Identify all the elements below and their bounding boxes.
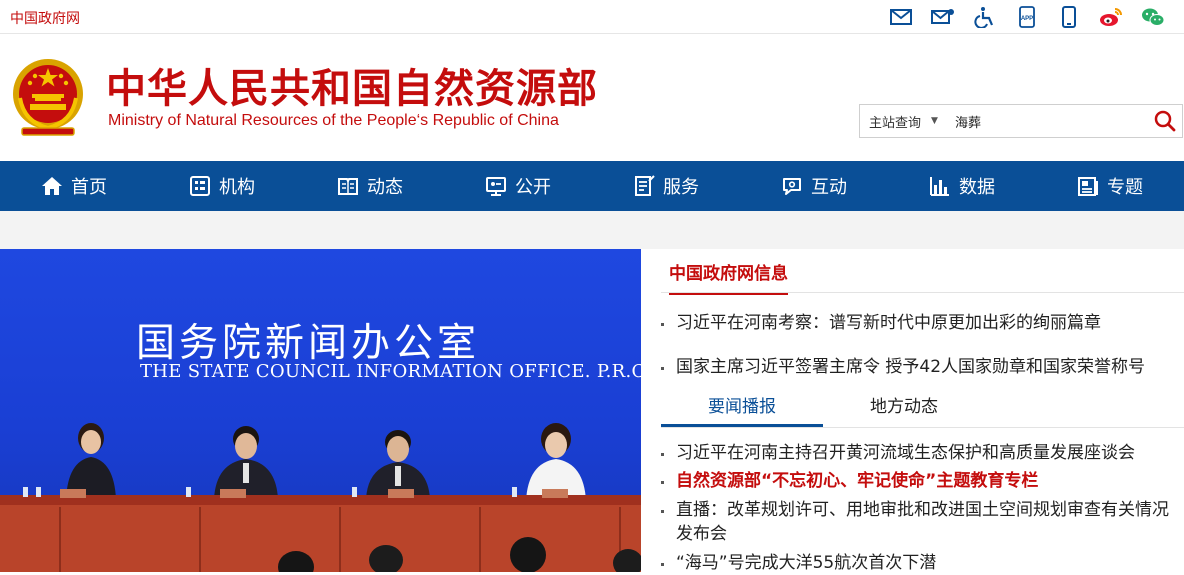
disclosure-icon bbox=[486, 177, 506, 196]
nav-item-label: 公开 bbox=[515, 177, 551, 198]
organization-icon bbox=[190, 176, 210, 196]
nav-item-interaction[interactable]: 互动 bbox=[740, 161, 888, 211]
nav-item-organization[interactable]: 机构 bbox=[148, 161, 296, 211]
interaction-icon bbox=[783, 178, 801, 195]
data-icon bbox=[930, 177, 949, 196]
news-icon bbox=[338, 178, 358, 195]
national-emblem-logo[interactable] bbox=[8, 52, 88, 140]
tab-news-list: 习近平在河南主持召开黄河流域生态保护和高质量发展座谈会 自然资源部“不忘初心、牢… bbox=[661, 441, 1184, 575]
speaker-figure-3 bbox=[366, 430, 430, 499]
nav-item-label: 互动 bbox=[811, 177, 847, 198]
top-bar: 中国政府网 APP bbox=[0, 0, 1184, 34]
top-icon-group: APP bbox=[880, 4, 1174, 30]
news-tabs: 要闻播报 地方动态 bbox=[661, 391, 1184, 428]
nav-item-label: 机构 bbox=[219, 177, 255, 198]
wechat-icon[interactable] bbox=[1132, 4, 1174, 30]
speaker-figure-2 bbox=[214, 426, 278, 499]
app-icon[interactable]: APP bbox=[1006, 4, 1048, 30]
site-subtitle: Ministry of Natural Resources of the Peo… bbox=[108, 112, 559, 129]
list-item[interactable]: “海马”号完成大洋55航次首次下潜 bbox=[661, 551, 1184, 575]
nav-item-disclosure[interactable]: 公开 bbox=[444, 161, 592, 211]
nav-item-topic[interactable]: 专题 bbox=[1036, 161, 1184, 211]
weibo-icon[interactable] bbox=[1090, 4, 1132, 30]
headline-photo[interactable]: 国务院新闻办公室 THE STATE COUNCIL INFORMATION O… bbox=[0, 249, 641, 572]
panel-header: 中国政府网信息 bbox=[661, 249, 1184, 295]
list-item[interactable]: 直播：改革规划许可、用地审批和改进国土空间规划审查有关情况发布会 bbox=[661, 498, 1184, 546]
mail-icon[interactable] bbox=[880, 4, 922, 30]
nav-item-label: 服务 bbox=[663, 177, 699, 198]
list-item[interactable]: 习近平在河南主持召开黄河流域生态保护和高质量发展座谈会 bbox=[661, 441, 1184, 465]
mail-settings-icon[interactable] bbox=[922, 4, 964, 30]
gov-portal-link[interactable]: 中国政府网 bbox=[10, 8, 80, 28]
speaker-figure-1 bbox=[66, 423, 116, 499]
main-nav: 首页 机构 动态 公开 服务 互动 数据 专题 bbox=[0, 161, 1184, 211]
press-conference-scene bbox=[0, 423, 641, 572]
info-panel: 中国政府网信息 习近平在河南考察：谱写新时代中原更加出彩的绚丽篇章 国家主席习近… bbox=[641, 249, 1184, 575]
caret-down-icon: ▼ bbox=[931, 116, 938, 126]
nav-item-news[interactable]: 动态 bbox=[296, 161, 444, 211]
nav-item-home[interactable]: 首页 bbox=[0, 161, 148, 211]
site-title: 中华人民共和国自然资源部 bbox=[106, 66, 598, 112]
top-news-list: 习近平在河南考察：谱写新时代中原更加出彩的绚丽篇章 国家主席习近平签署主席令 授… bbox=[661, 311, 1184, 379]
mobile-icon[interactable] bbox=[1048, 4, 1090, 30]
search-icon bbox=[1154, 110, 1176, 132]
panel-title[interactable]: 中国政府网信息 bbox=[669, 259, 788, 295]
nav-item-service[interactable]: 服务 bbox=[592, 161, 740, 211]
list-item[interactable]: 国家主席习近平签署主席令 授予42人国家勋章和国家荣誉称号 bbox=[661, 355, 1184, 379]
app-icon-label: APP bbox=[1021, 16, 1033, 22]
nav-item-label: 数据 bbox=[959, 177, 995, 198]
list-item-featured[interactable]: 自然资源部“不忘初心、牢记使命”主题教育专栏 bbox=[661, 469, 1184, 493]
tab-local-news[interactable]: 地方动态 bbox=[823, 391, 985, 427]
list-item[interactable]: 习近平在河南考察：谱写新时代中原更加出彩的绚丽篇章 bbox=[661, 311, 1184, 335]
nav-item-label: 专题 bbox=[1107, 177, 1143, 198]
search-box: 主站查询 ▼ bbox=[859, 104, 1183, 138]
nav-item-label: 动态 bbox=[367, 177, 403, 198]
search-button[interactable] bbox=[1148, 105, 1182, 137]
nav-item-data[interactable]: 数据 bbox=[888, 161, 1036, 211]
search-input[interactable] bbox=[950, 105, 1148, 137]
spacer-strip bbox=[0, 211, 1184, 249]
search-scope-select[interactable]: 主站查询 ▼ bbox=[860, 105, 950, 137]
site-header: 中华人民共和国自然资源部 Ministry of Natural Resourc… bbox=[0, 34, 1184, 161]
nav-item-label: 首页 bbox=[71, 177, 107, 198]
home-icon bbox=[42, 177, 62, 195]
accessibility-icon[interactable] bbox=[964, 4, 1006, 30]
service-icon bbox=[635, 175, 655, 196]
search-scope-label: 主站查询 bbox=[869, 115, 922, 131]
tab-headlines[interactable]: 要闻播报 bbox=[661, 391, 823, 427]
topic-icon bbox=[1078, 177, 1098, 196]
